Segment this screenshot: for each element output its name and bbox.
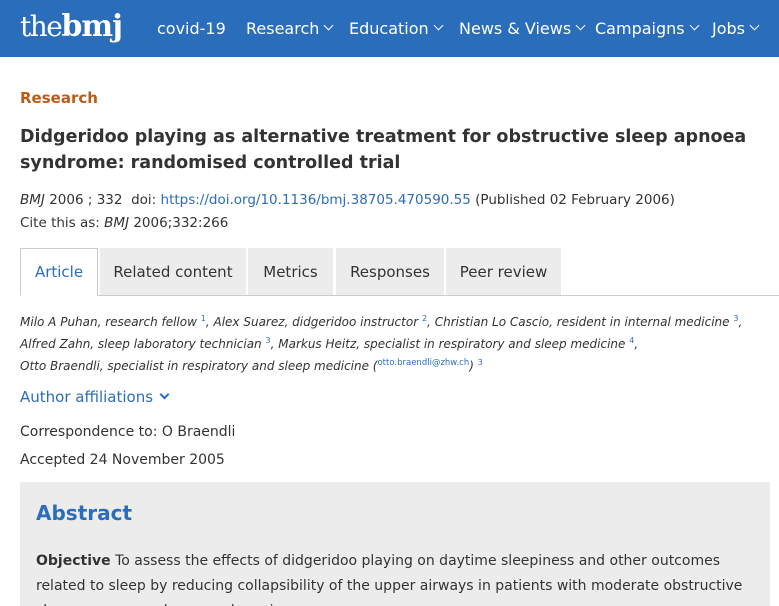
author-name: Christian Lo Cascio, resident in interna… [434,315,730,329]
bmj-logo[interactable]: the bmj [20,9,123,45]
nav-label: News & Views [459,18,572,38]
correspondence: Correspondence to: O Braendli [20,424,236,440]
tabs-divider [20,295,779,296]
nav-label: covid-19 [157,18,226,38]
citation-sep: ; [87,192,93,208]
author-sep: , [205,315,214,329]
logo-the: the [20,10,63,43]
author-name: Markus Heitz, specialist in respiratory … [278,337,626,351]
top-navbar: the bmj covid-19 Research Education News … [0,0,779,57]
chevron-down-icon [159,389,170,400]
tab-responses[interactable]: Responses [336,248,444,295]
author-sep: , [427,315,435,329]
nav-research[interactable]: Research [246,17,334,39]
author-close: ) [469,359,474,373]
abstract-panel: Abstract Objective To assess the effects… [20,482,770,606]
section-label[interactable]: Research [20,89,98,107]
author-email-link[interactable]: otto.braendli@zhw.ch [377,358,469,368]
chevron-down-icon [749,20,760,31]
cite-journal: BMJ [104,215,130,231]
author-name: Otto Braendli, specialist in respiratory… [20,359,378,373]
author-name: Milo A Puhan, research fellow [20,315,197,329]
abstract-heading: Abstract [36,501,133,525]
tab-article[interactable]: Article [20,248,98,296]
citation-volume: 332 [96,192,123,208]
citation-year: 2006 [49,192,84,208]
tab-metrics[interactable]: Metrics [248,248,333,295]
cite-this-as: Cite this as: BMJ 2006;332:266 [20,215,228,231]
cite-ref: 2006;332:266 [133,215,229,231]
author-sep: , [634,337,639,351]
logo-bmj: bmj [61,9,123,44]
author-list: Milo A Puhan, research fellow 1, Alex Su… [20,311,770,377]
nav-label: Education [349,18,429,38]
objective-text: To assess the effects of didgeridoo play… [36,553,743,606]
journal-name: BMJ [20,192,45,208]
citation-line: BMJ 2006 ; 332 doi: https://doi.org/10.1… [20,192,675,208]
tab-related-content[interactable]: Related content [100,248,246,295]
author-name: Alfred Zahn, sleep laboratory technician [20,337,262,351]
nav-label: Jobs [712,18,745,38]
chevron-down-icon [689,20,700,31]
nav-jobs[interactable]: Jobs [712,17,760,39]
cite-prefix: Cite this as: [20,215,100,231]
published-date: (Published 02 February 2006) [475,192,675,208]
objective-label: Objective [36,553,111,569]
accepted-date: Accepted 24 November 2005 [20,452,225,468]
tab-peer-review[interactable]: Peer review [446,248,561,295]
affiliations-label: Author affiliations [20,388,154,406]
nav-education[interactable]: Education [349,17,444,39]
author-name: Alex Suarez, didgeridoo instructor [213,315,419,329]
abstract-objective: Objective To assess the effects of didge… [36,549,756,606]
nav-campaigns[interactable]: Campaigns [595,17,700,39]
nav-covid-19[interactable]: covid-19 [157,17,226,39]
chevron-down-icon [575,20,586,31]
chevron-down-icon [323,20,334,31]
doi-link[interactable]: https://doi.org/10.1136/bmj.38705.470590… [161,192,471,208]
doi-label: doi: [131,192,157,208]
author-affiliations-toggle[interactable]: Author affiliations [20,388,170,406]
nav-label: Research [246,18,320,38]
author-sep: , [738,315,743,329]
article-title: Didgeridoo playing as alternative treatm… [20,127,747,173]
nav-news-views[interactable]: News & Views [459,17,586,39]
chevron-down-icon [433,20,444,31]
nav-label: Campaigns [595,18,685,38]
affiliation-ref[interactable]: 3 [478,358,483,367]
